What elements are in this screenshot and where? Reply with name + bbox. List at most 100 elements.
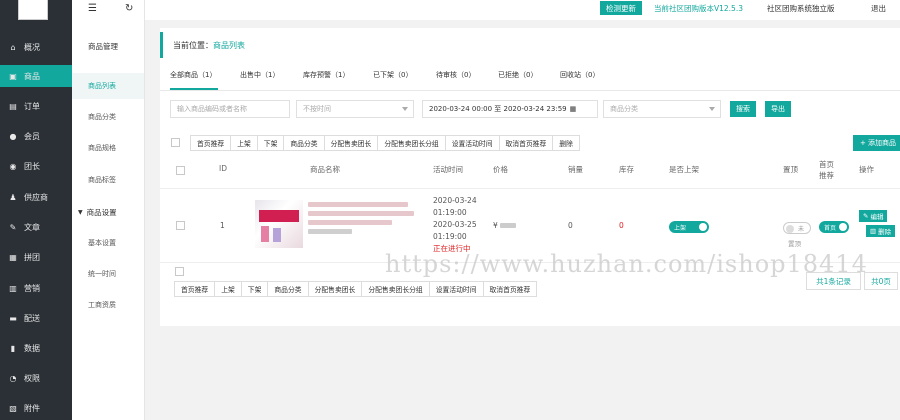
subnav-item-business-qualification[interactable]: 工商资质 — [72, 292, 144, 318]
sidebar-item-leaders[interactable]: ◉ 团长 — [0, 155, 72, 177]
bulk-assign-leader-group-button-bottom[interactable]: 分配售卖团长分组 — [361, 281, 430, 297]
edit-button[interactable]: ✎ 编辑 — [859, 210, 888, 222]
sidebar-item-permissions[interactable]: ◔ 权限 — [0, 367, 72, 389]
date-range-input[interactable]: 2020-03-24 00:00 至 2020-03-24 23:59 ▦ — [422, 100, 598, 118]
pagination-pages: 共0页 — [864, 272, 898, 290]
tab-stock-warning[interactable]: 库存预警（1） — [303, 70, 349, 90]
bulk-onshelf-button[interactable]: 上架 — [230, 135, 258, 151]
row-checkbox[interactable] — [176, 221, 185, 230]
export-button[interactable]: 导出 — [765, 101, 791, 117]
subnav-item-basic-settings[interactable]: 基本设置 — [72, 230, 144, 256]
user-icon: ● — [9, 131, 17, 141]
hamburger-icon[interactable]: ☰ — [88, 1, 97, 15]
leader-icon: ◉ — [9, 161, 17, 171]
goods-name-blurred[interactable] — [308, 200, 418, 236]
bulk-category-button-bottom[interactable]: 商品分类 — [267, 281, 309, 297]
col-header-price: 价格 — [493, 165, 508, 174]
logout-link[interactable]: 退出 — [871, 1, 886, 15]
col-header-recommend: 首页推荐 — [819, 160, 834, 180]
bulk-recommend-button-bottom[interactable]: 首页推荐 — [174, 281, 216, 297]
bulk-category-button[interactable]: 商品分类 — [283, 135, 325, 151]
bulk-offshelf-button[interactable]: 下架 — [256, 135, 285, 151]
sidebar-item-goods[interactable]: ▣ 商品 — [0, 65, 72, 87]
tab-all[interactable]: 全部商品（1） — [170, 70, 219, 90]
goods-thumbnail[interactable] — [255, 200, 303, 248]
col-header-actions: 操作 — [859, 165, 874, 174]
col-header-top: 置顶 — [783, 165, 798, 174]
main-panel: 当前位置： 商品列表 全部商品（1） 出售中（1） 库存预警（1） 已下架（0） … — [160, 28, 900, 326]
calendar-icon: ▦ — [569, 105, 577, 113]
bulk-set-activity-time-button-bottom[interactable]: 设置活动时间 — [428, 281, 484, 297]
bulk-assign-leader-button-bottom[interactable]: 分配售卖团长 — [307, 281, 363, 297]
bulk-actions-top: 首页推荐 上架 下架 商品分类 分配售卖团长 分配售卖团长分组 设置活动时间 取… — [190, 135, 580, 151]
recommend-toggle[interactable]: 首页 — [819, 221, 849, 233]
chevron-down-icon — [709, 107, 715, 111]
chart-icon: ▮ — [10, 343, 16, 353]
breadcrumb-current[interactable]: 商品列表 — [213, 40, 245, 51]
check-update-button[interactable]: 检测更新 — [600, 1, 642, 15]
subnav-item-goods-category[interactable]: 商品分类 — [72, 104, 144, 130]
col-header-name: 商品名称 — [310, 165, 340, 174]
sidebar-item-delivery[interactable]: ▬ 配送 — [0, 307, 72, 329]
select-all-checkbox-header[interactable] — [176, 166, 185, 175]
subnav-item-goods-spec[interactable]: 商品规格 — [72, 135, 144, 161]
order-icon: ▤ — [9, 101, 17, 111]
bulk-cancel-recommend-button-bottom[interactable]: 取消首页推荐 — [482, 281, 538, 297]
main-sidebar: ⌂ 概况 ▣ 商品 ▤ 订单 ● 会员 ◉ 团长 ♟ 供应商 ✎ 文章 ▦ 拼团 ▥ 营销 ▬ 配送… — [0, 0, 72, 420]
chevron-down-icon — [402, 107, 408, 111]
delivery-icon: ▬ — [9, 313, 17, 323]
bulk-onshelf-button-bottom[interactable]: 上架 — [214, 281, 242, 297]
bulk-recommend-button[interactable]: 首页推荐 — [190, 135, 232, 151]
col-header-id: ID — [219, 164, 227, 173]
add-goods-button[interactable]: + 添加商品 — [853, 135, 900, 151]
select-all-checkbox-bottom[interactable] — [175, 267, 184, 276]
delete-button[interactable]: ▥ 删除 — [866, 225, 896, 237]
subnav-settings-header[interactable]: ▼ 商品设置 — [72, 199, 144, 225]
keyword-search-input[interactable]: 输入商品编码或者名称 — [170, 100, 290, 118]
sidebar-item-members[interactable]: ● 会员 — [0, 125, 72, 147]
subnav-item-unified-time[interactable]: 统一时间 — [72, 261, 144, 287]
bulk-actions-bottom: 首页推荐 上架 下架 商品分类 分配售卖团长 分配售卖团长分组 设置活动时间 取… — [174, 281, 538, 297]
tab-rejected[interactable]: 已拒绝（0） — [498, 70, 537, 90]
version-label: 当前社区团购版本V12.5.3 — [654, 3, 743, 13]
sidebar-item-group-buy[interactable]: ▦ 拼团 — [0, 246, 72, 268]
time-filter-select[interactable]: 不按时间 — [296, 100, 414, 118]
breadcrumb: 当前位置： 商品列表 — [160, 32, 900, 58]
watermark: https://www.huzhan.com/ishop18414 — [385, 250, 868, 278]
sidebar-item-suppliers[interactable]: ♟ 供应商 — [0, 186, 72, 208]
search-button[interactable]: 搜索 — [730, 101, 756, 117]
sidebar-item-marketing[interactable]: ▥ 营销 — [0, 277, 72, 299]
sub-sidebar: 商品管理 商品列表 商品分类 商品规格 商品标签 ▼ 商品设置 基本设置 统一时间… — [72, 0, 145, 420]
subnav-header: 商品管理 — [88, 41, 118, 51]
sidebar-item-orders[interactable]: ▤ 订单 — [0, 95, 72, 117]
sidebar-item-data[interactable]: ▮ 数据 — [0, 337, 72, 359]
onshelf-toggle[interactable]: 上架 — [669, 221, 709, 233]
tab-recycle-bin[interactable]: 回收站（0） — [560, 70, 599, 90]
refresh-icon[interactable]: ↻ — [125, 1, 133, 15]
bulk-assign-leader-button[interactable]: 分配售卖团长 — [323, 135, 379, 151]
tab-on-sale[interactable]: 出售中（1） — [240, 70, 279, 90]
bulk-assign-leader-group-button[interactable]: 分配售卖团长分组 — [377, 135, 446, 151]
subnav-item-goods-list[interactable]: 商品列表 — [72, 73, 144, 99]
goods-icon: ▣ — [9, 71, 17, 81]
top-toggle[interactable]: 未 — [783, 222, 811, 234]
bulk-offshelf-button-bottom[interactable]: 下架 — [240, 281, 269, 297]
bulk-cancel-recommend-button[interactable]: 取消首页推荐 — [498, 135, 554, 151]
group-icon: ▦ — [9, 252, 17, 262]
row-sales: 0 — [568, 221, 573, 230]
col-header-sales: 销量 — [568, 165, 583, 174]
bulk-delete-button[interactable]: 删除 — [552, 135, 580, 151]
subnav-item-goods-tag[interactable]: 商品标签 — [72, 167, 144, 193]
sidebar-item-articles[interactable]: ✎ 文章 — [0, 216, 72, 238]
tab-pending-review[interactable]: 待审核（0） — [436, 70, 475, 90]
top-bar: ☰ ↻ 检测更新 当前社区团购版本V12.5.3 社区团购系统独立版 退出 — [88, 0, 900, 20]
select-all-checkbox-top[interactable] — [171, 138, 180, 147]
sidebar-item-attachments[interactable]: ▧ 附件 — [0, 397, 72, 419]
sidebar-item-overview[interactable]: ⌂ 概况 — [0, 36, 72, 58]
tab-off-shelf[interactable]: 已下架（0） — [373, 70, 412, 90]
col-header-stock: 库存 — [619, 165, 634, 174]
bulk-set-activity-time-button[interactable]: 设置活动时间 — [444, 135, 500, 151]
logo — [18, 0, 48, 20]
caret-down-icon: ▼ — [78, 208, 83, 216]
category-select[interactable]: 商品分类 — [603, 100, 721, 118]
